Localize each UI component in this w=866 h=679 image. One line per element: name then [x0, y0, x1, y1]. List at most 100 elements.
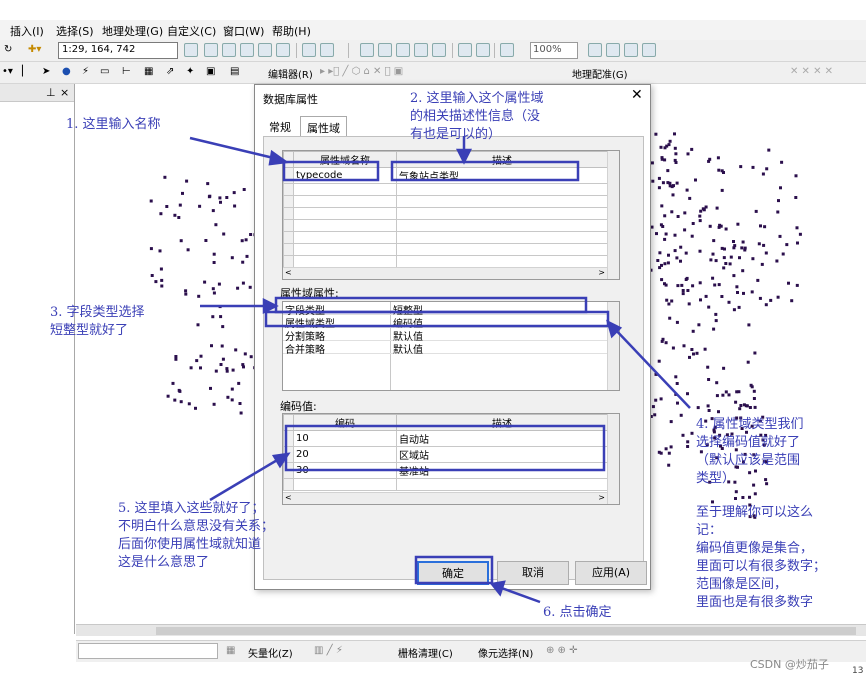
- html-popup-icon[interactable]: ▭: [100, 66, 109, 77]
- domain-description-cell[interactable]: 气象站点类型: [396, 167, 608, 184]
- layout-icon[interactable]: [320, 43, 334, 57]
- model-builder-icon[interactable]: [302, 43, 316, 57]
- add-data-icon[interactable]: ✚▾: [28, 44, 41, 55]
- point-feature: [186, 248, 190, 252]
- prev-extent-icon[interactable]: [458, 43, 472, 57]
- table-icon[interactable]: [204, 43, 218, 57]
- menu-window[interactable]: 窗口(W): [223, 23, 264, 39]
- code-description-cell[interactable]: 区域站: [396, 446, 608, 463]
- arrow-icon[interactable]: ➤: [42, 66, 50, 77]
- page-icon[interactable]: [588, 43, 602, 57]
- point-feature: [762, 243, 766, 247]
- select-elements-icon[interactable]: ▏: [22, 66, 30, 77]
- change-layout-icon[interactable]: [642, 43, 656, 57]
- xy-goto-icon[interactable]: ✦: [186, 66, 194, 77]
- code-cell[interactable]: 10: [293, 430, 397, 447]
- vertical-scrollbar[interactable]: [607, 302, 619, 390]
- point-feature: [690, 234, 694, 238]
- fixed-zoom-icon[interactable]: [432, 43, 446, 57]
- horizontal-scrollbar[interactable]: < >: [283, 492, 607, 504]
- tab-domains[interactable]: 属性域: [300, 116, 347, 136]
- horizontal-scrollbar[interactable]: < >: [283, 267, 607, 279]
- table-row[interactable]: 10 自动站: [283, 430, 608, 447]
- code-cell[interactable]: 20: [293, 446, 397, 463]
- dock-icon[interactable]: •▾: [2, 66, 13, 77]
- point-feature: [675, 320, 679, 324]
- measure-icon[interactable]: ⊢: [122, 66, 131, 77]
- vectorize-menu[interactable]: 矢量化(Z): [248, 645, 293, 660]
- ok-button[interactable]: 确定: [417, 561, 489, 585]
- pan-icon[interactable]: [396, 43, 410, 57]
- property-row[interactable]: 分割策略 默认值: [283, 328, 609, 343]
- scale-combobox[interactable]: 1:29, 164, 742: [58, 42, 178, 59]
- point-feature: [666, 169, 670, 173]
- layout-zoom-icon[interactable]: [500, 43, 514, 57]
- table-row[interactable]: 20 区域站: [283, 446, 608, 463]
- pin-icon[interactable]: ⊥: [46, 86, 56, 99]
- draw-tools-icon[interactable]: ▥ ╱ ⚡: [314, 645, 343, 656]
- table-row[interactable]: typecode 气象站点类型: [283, 167, 608, 184]
- next-extent-icon[interactable]: [476, 43, 490, 57]
- pixel-tools-icon[interactable]: ⊕ ⊕ ✛: [546, 645, 578, 656]
- full-extent-icon[interactable]: [414, 43, 428, 57]
- refresh-icon[interactable]: ↻: [4, 44, 12, 55]
- identify-icon[interactable]: ●: [62, 66, 71, 77]
- point-feature: [698, 249, 702, 253]
- domain-name-cell[interactable]: typecode: [293, 167, 397, 184]
- map-scrollbar[interactable]: [76, 624, 866, 636]
- menu-geoprocessing[interactable]: 地理处理(G): [102, 23, 163, 39]
- property-row[interactable]: 属性域类型 编码值: [283, 315, 609, 330]
- menu-insert[interactable]: 插入(I): [10, 23, 44, 39]
- point-feature: [728, 262, 732, 266]
- search-window-icon[interactable]: [240, 43, 254, 57]
- point-feature: [753, 351, 757, 355]
- merge-policy-value[interactable]: 默认值: [393, 341, 423, 356]
- cancel-button[interactable]: 取消: [497, 561, 569, 585]
- point-feature: [776, 210, 780, 214]
- point-feature: [739, 404, 743, 407]
- raster-icon[interactable]: ▦: [226, 645, 235, 656]
- apply-button[interactable]: 应用(A): [575, 561, 647, 585]
- pixel-select-menu[interactable]: 像元选择(N): [478, 645, 533, 660]
- focus-icon[interactable]: [624, 43, 638, 57]
- point-feature: [207, 195, 211, 199]
- tab-general[interactable]: 常规: [263, 116, 297, 136]
- table-row[interactable]: 30 基准站: [283, 462, 608, 479]
- point-feature: [674, 392, 678, 396]
- close-icon[interactable]: ✕: [631, 87, 643, 103]
- hyperlink-icon[interactable]: ⚡: [82, 66, 89, 77]
- arctoolbox-icon[interactable]: [258, 43, 272, 57]
- property-row[interactable]: 字段类型 短整型: [283, 302, 609, 317]
- raster-cleanup-menu[interactable]: 栅格清理(C): [398, 645, 453, 660]
- point-feature: [206, 182, 210, 186]
- close-icon[interactable]: ×: [60, 86, 69, 99]
- georeferencing-menu[interactable]: 地理配准(G): [572, 66, 628, 81]
- draft-icon[interactable]: [606, 43, 620, 57]
- point-feature: [209, 386, 212, 390]
- code-cell[interactable]: 30: [293, 462, 397, 479]
- menu-help[interactable]: 帮助(H): [272, 23, 311, 39]
- georef-tools-icon[interactable]: ✕ ✕ ✕ ✕: [790, 66, 833, 77]
- menu-customize[interactable]: 自定义(C): [167, 23, 216, 39]
- zoom-in-icon[interactable]: [360, 43, 374, 57]
- zoom-combobox[interactable]: 100%: [530, 42, 578, 59]
- time-slider-icon[interactable]: ▣: [206, 66, 215, 77]
- python-icon[interactable]: [276, 43, 290, 57]
- editor-toolbar-icon[interactable]: [184, 43, 198, 57]
- catalog-icon[interactable]: [222, 43, 236, 57]
- edit-tool-icon[interactable]: ▸ ▸⃞ ╱ ⬡ ⌂ ✕ ⛶ ▣: [320, 66, 403, 77]
- find-icon[interactable]: ▦: [144, 66, 153, 77]
- viewer-icon[interactable]: ▤: [230, 66, 239, 77]
- editor-menu[interactable]: 编辑器(R): [268, 66, 313, 81]
- code-description-cell[interactable]: 自动站: [396, 430, 608, 447]
- vertical-scrollbar[interactable]: [607, 151, 619, 279]
- route-icon[interactable]: ⇗: [166, 66, 174, 77]
- layer-combobox[interactable]: [78, 643, 218, 659]
- point-feature: [653, 413, 657, 417]
- code-description-cell[interactable]: 基准站: [396, 462, 608, 479]
- vertical-scrollbar[interactable]: [607, 414, 619, 504]
- zoom-out-icon[interactable]: [378, 43, 392, 57]
- property-row[interactable]: 合并策略 默认值: [283, 341, 609, 356]
- menu-select[interactable]: 选择(S): [56, 23, 94, 39]
- coded-description-header: 描述: [396, 414, 608, 431]
